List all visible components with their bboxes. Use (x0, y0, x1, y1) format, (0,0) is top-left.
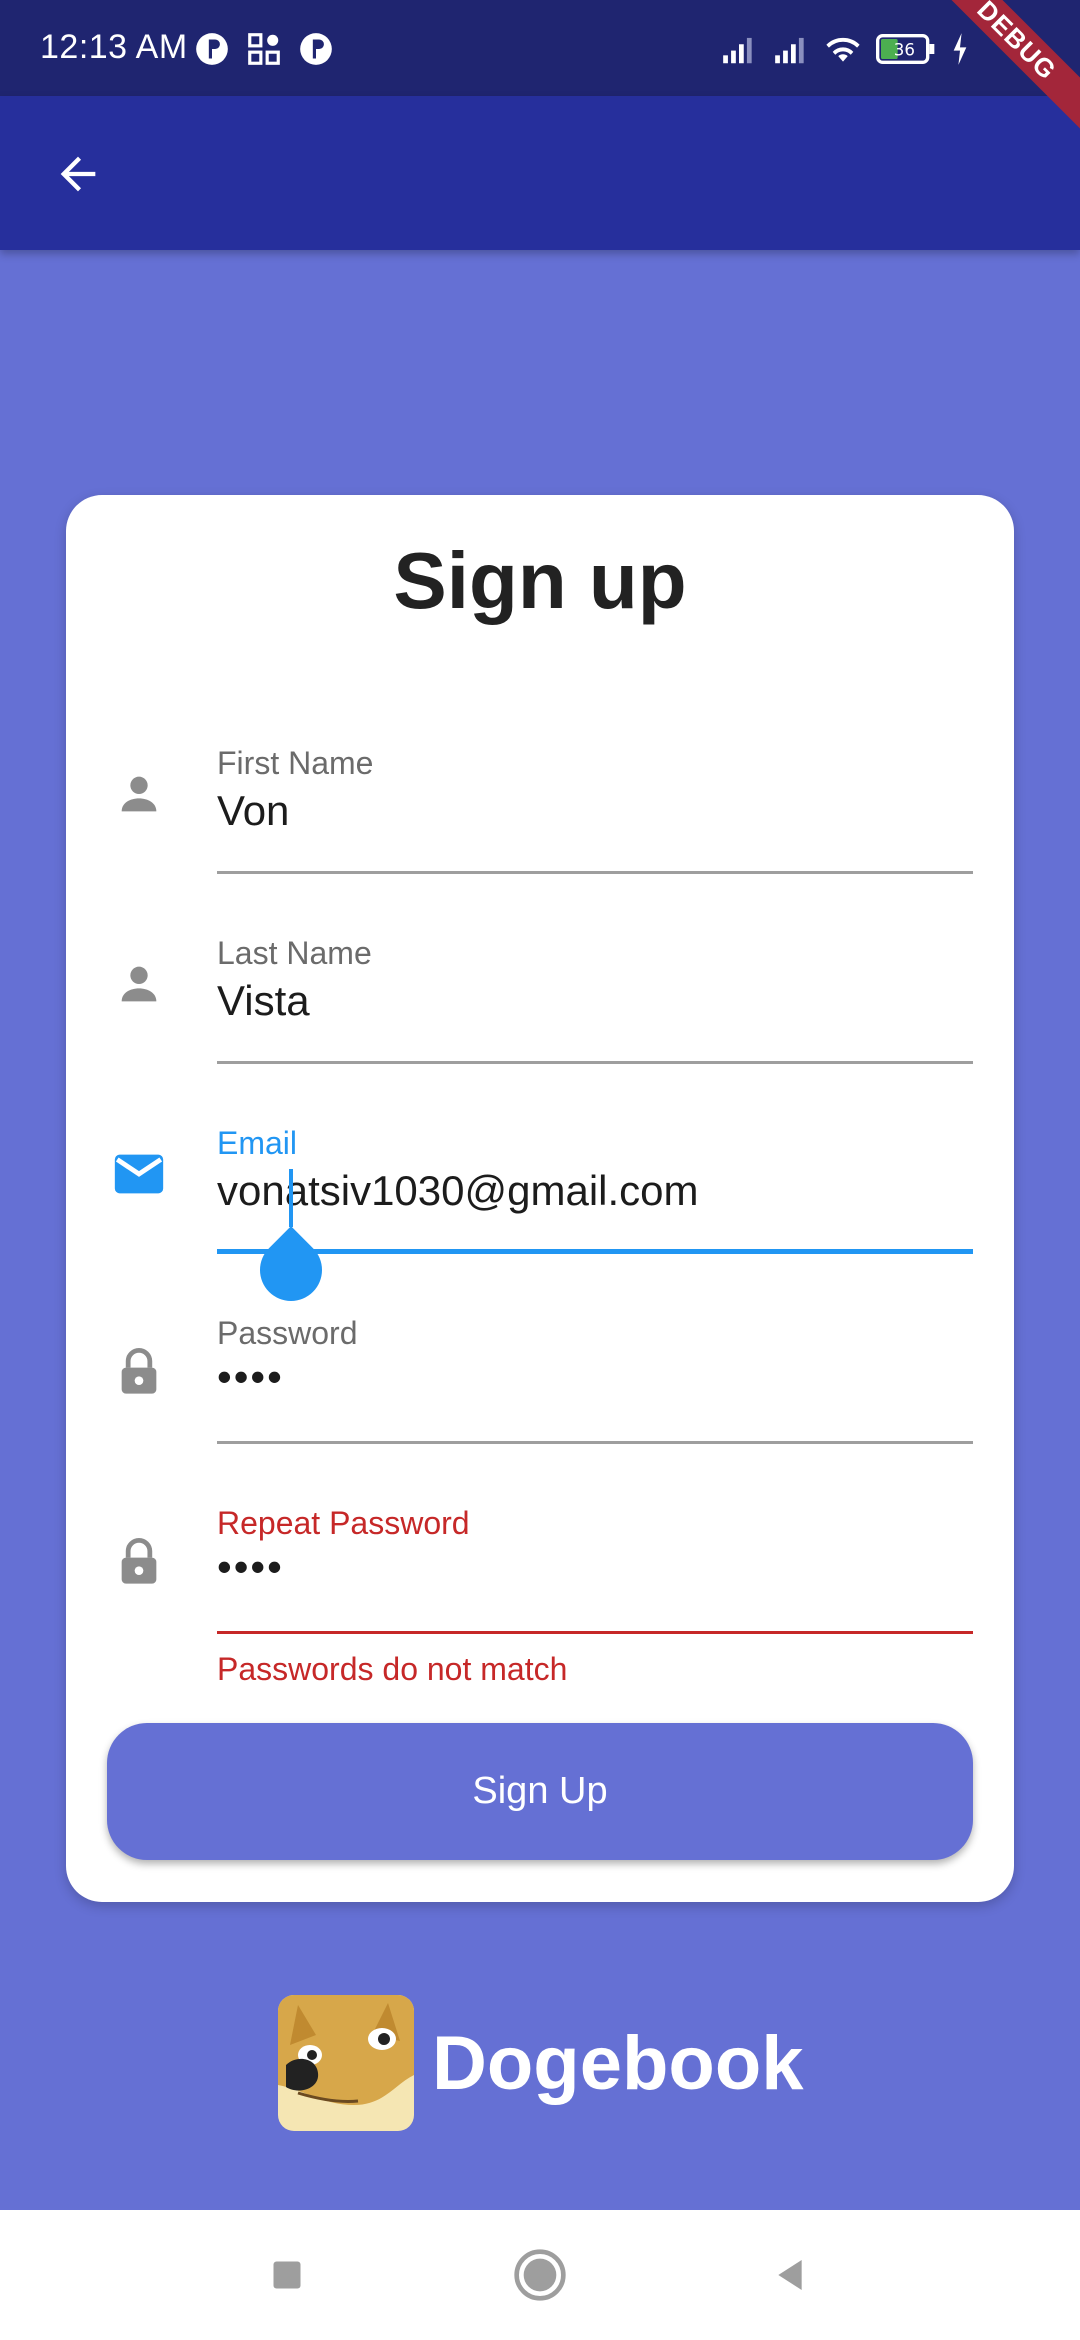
notification-icon (196, 33, 228, 65)
status-time: 12:13 AM (40, 28, 188, 66)
arrow-back-icon (60, 156, 96, 192)
repeat-password-error: Passwords do not match (217, 1651, 568, 1687)
lock-icon (110, 1343, 168, 1401)
first-name-input[interactable]: Von (217, 787, 289, 835)
battery-icon: 36 (876, 34, 935, 64)
signup-card: Sign up First Name Von Last Name Vista E… (66, 495, 1014, 1902)
system-nav-bar (0, 2210, 1080, 2340)
cursor-handle[interactable] (247, 1226, 335, 1314)
status-bar: 12:13 AM 36 (0, 0, 1080, 96)
back-nav-button[interactable] (755, 2240, 825, 2310)
person-icon (110, 955, 168, 1013)
first-name-underline (217, 871, 973, 874)
password-label: Password (217, 1315, 358, 1351)
doge-logo-icon (278, 1995, 414, 2131)
brand-logo: Dogebook (278, 1995, 804, 2131)
wifi-icon (826, 37, 860, 62)
first-name-label: First Name (217, 745, 374, 781)
email-label: Email (217, 1125, 298, 1161)
app-bar (0, 96, 1080, 250)
mail-icon (110, 1145, 168, 1203)
battery-level: 36 (894, 41, 915, 60)
signal-icon (723, 37, 752, 64)
charging-icon (953, 33, 967, 65)
repeat-password-label: Repeat Password (217, 1505, 470, 1541)
last-name-underline (217, 1061, 973, 1064)
last-name-label: Last Name (217, 935, 372, 971)
lock-icon (110, 1533, 168, 1591)
home-button[interactable] (505, 2240, 575, 2310)
back-button[interactable] (40, 136, 116, 212)
text-cursor (289, 1169, 293, 1227)
page-title: Sign up (393, 536, 687, 625)
triangle-back-icon (778, 2260, 802, 2290)
recents-button[interactable] (252, 2240, 322, 2310)
last-name-input[interactable]: Vista (217, 977, 310, 1025)
notification-icon (300, 33, 332, 65)
email-underline (217, 1249, 973, 1254)
signal-icon (775, 37, 804, 64)
password-underline (217, 1441, 973, 1444)
password-input[interactable]: •••• (217, 1353, 284, 1401)
person-icon (110, 765, 168, 823)
grid-icon (248, 33, 280, 65)
brand-name: Dogebook (432, 2020, 804, 2106)
circle-icon (514, 2249, 566, 2301)
repeat-password-underline (217, 1631, 973, 1634)
repeat-password-input[interactable]: •••• (217, 1543, 284, 1591)
square-icon (273, 2261, 301, 2289)
sign-up-button[interactable]: Sign Up (107, 1723, 973, 1860)
